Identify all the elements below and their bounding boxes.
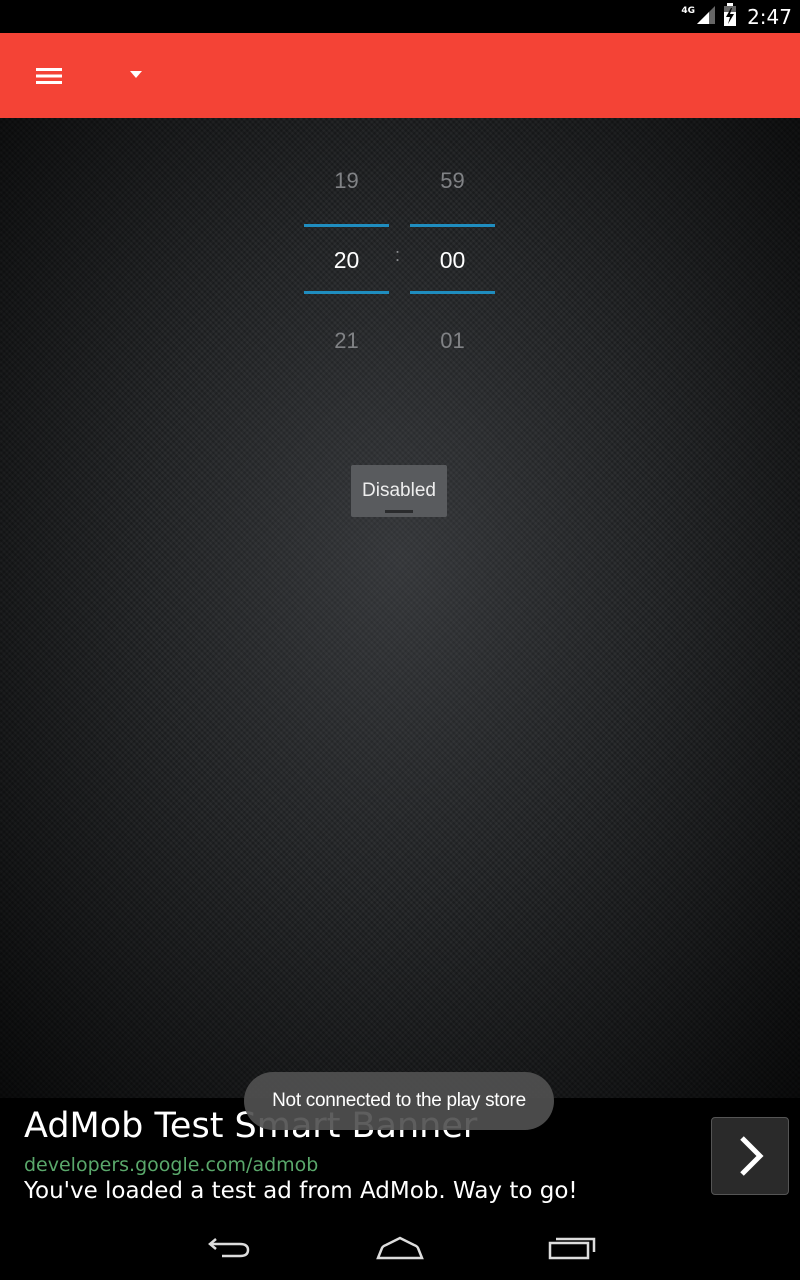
toast: Not connected to the play store	[244, 1072, 554, 1130]
hour-prev-value[interactable]: 19	[304, 168, 389, 194]
screen: 4G 2:47 19 20 21: 59 00 01 Disabled AdM…	[0, 0, 800, 1280]
minute-picker[interactable]: 59 00 01	[410, 118, 495, 378]
recents-button[interactable]	[540, 1226, 600, 1266]
clock: 2:47	[747, 5, 792, 29]
battery-icon	[723, 3, 737, 31]
alarm-toggle-button[interactable]: Disabled	[351, 465, 447, 517]
signal-icon	[695, 4, 717, 30]
toggle-label: Disabled	[362, 480, 436, 501]
minute-next-value[interactable]: 01	[410, 328, 495, 354]
hour-bottom-divider	[304, 291, 389, 294]
navigation-bar	[0, 1212, 800, 1280]
menu-icon	[36, 68, 62, 84]
app-bar	[0, 33, 800, 118]
network-type: 4G	[681, 6, 696, 16]
toast-message: Not connected to the play store	[272, 1090, 526, 1111]
ad-open-button[interactable]	[711, 1117, 789, 1195]
spinner-dropdown[interactable]	[118, 53, 154, 99]
status-icons: 4G 2:47	[681, 3, 792, 31]
hour-selected-value[interactable]: 20	[304, 247, 389, 274]
minute-selected-value[interactable]: 00	[410, 247, 495, 274]
minute-top-divider	[410, 224, 495, 227]
hour-picker[interactable]: 19 20 21	[304, 118, 389, 378]
ad-url[interactable]: developers.google.com/admob	[24, 1154, 318, 1176]
chevron-right-icon	[740, 1136, 764, 1176]
minute-bottom-divider	[410, 291, 495, 294]
content-area: 19 20 21 : 59 00 01 Disabled	[0, 118, 800, 1098]
time-separator: :	[395, 245, 401, 265]
back-button[interactable]	[200, 1226, 260, 1266]
dropdown-arrow-icon	[130, 71, 142, 78]
minute-prev-value[interactable]: 59	[410, 168, 495, 194]
hour-top-divider	[304, 224, 389, 227]
ad-description[interactable]: You've loaded a test ad from AdMob. Way …	[24, 1178, 578, 1204]
status-bar: 4G 2:47	[0, 0, 800, 33]
home-button[interactable]	[370, 1226, 430, 1266]
recents-icon	[548, 1237, 596, 1260]
hour-next-value[interactable]: 21	[304, 328, 389, 354]
menu-button[interactable]	[24, 53, 74, 99]
back-icon	[208, 1238, 250, 1258]
toggle-indicator	[385, 510, 413, 513]
home-icon	[376, 1236, 424, 1260]
